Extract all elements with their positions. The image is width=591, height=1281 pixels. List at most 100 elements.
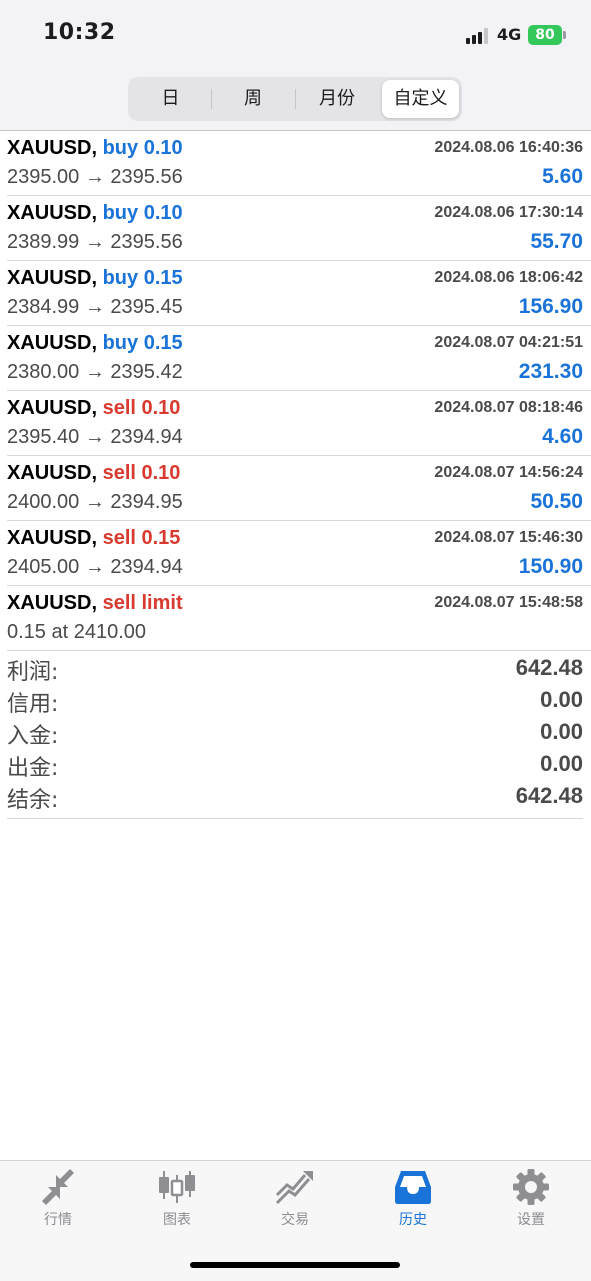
trade-row[interactable]: XAUUSD, buy 0.10 2024.08.06 17:30:14 2389.… (7, 196, 591, 261)
trade-type: sell 0.15 (102, 527, 181, 549)
segment-week[interactable]: 周 (212, 80, 294, 118)
trade-time: 2024.08.06 16:40:36 (434, 139, 583, 156)
segment-day[interactable]: 日 (131, 80, 210, 118)
trade-row[interactable]: XAUUSD, buy 0.15 2024.08.07 04:21:51 2380.… (7, 326, 591, 391)
trade-type: sell 0.10 (102, 397, 181, 419)
trade-symbol-line: XAUUSD, buy 0.10 (7, 202, 183, 225)
tab-history[interactable]: 历史 (363, 1169, 463, 1239)
trade-profit: 150.90 (518, 555, 583, 578)
tab-settings[interactable]: 设置 (481, 1169, 581, 1239)
trade-time: 2024.08.07 14:56:24 (434, 464, 583, 481)
trade-type: sell limit (102, 592, 183, 614)
battery-level: 80 (535, 27, 555, 43)
trade-type: buy 0.10 (102, 137, 183, 159)
segment-custom[interactable]: 自定义 (382, 80, 459, 118)
summary-row: 入金: 0.00 (7, 716, 583, 749)
trade-symbol: XAUUSD, (7, 332, 98, 354)
trade-price: 2395.40 → 2394.94 (7, 426, 183, 448)
trade-type: buy 0.15 (102, 267, 183, 289)
trade-profit: 5.60 (542, 165, 583, 188)
trade-type: buy 0.15 (102, 332, 183, 354)
trade-time: 2024.08.06 18:06:42 (434, 269, 583, 286)
trade-time: 2024.08.06 17:30:14 (434, 204, 583, 221)
trade-symbol: XAUUSD, (7, 462, 98, 484)
tab-quotes[interactable]: 行情 (8, 1169, 108, 1239)
trade-price: 0.15 at 2410.00 (7, 621, 147, 643)
trade-symbol: XAUUSD, (7, 202, 98, 224)
battery-tip (563, 31, 566, 39)
status-time: 10:32 (43, 20, 116, 45)
trade-icon (275, 1171, 313, 1205)
trade-symbol-line: XAUUSD, sell 0.10 (7, 462, 180, 485)
summary-value: 642.48 (515, 783, 583, 808)
tab-label: 历史 (399, 1212, 427, 1228)
trade-profit: 156.90 (518, 295, 583, 318)
account-summary: 利润: 642.48 信用: 0.00 入金: 0.00 出金: 0.00 结余: 642.48 (7, 652, 583, 819)
summary-label: 入金: (7, 724, 59, 749)
tab-label: 交易 (281, 1212, 309, 1228)
status-bar: 10:32 4G 80 (0, 0, 591, 66)
trade-profit: 50.50 (530, 490, 583, 513)
trade-symbol: XAUUSD, (7, 267, 98, 289)
tab-label: 图表 (163, 1212, 191, 1228)
trade-time: 2024.08.07 15:48:58 (434, 594, 583, 611)
trade-price: 2389.99 → 2395.56 (7, 231, 183, 253)
trade-symbol: XAUUSD, (7, 397, 98, 419)
summary-row: 利润: 642.48 (7, 652, 583, 685)
trade-row[interactable]: XAUUSD, buy 0.10 2024.08.06 16:40:36 2395.… (7, 131, 591, 196)
trade-row[interactable]: XAUUSD, sell limit 2024.08.07 15:48:58 0.1… (7, 586, 591, 651)
home-indicator (190, 1262, 400, 1268)
trade-profit: 4.60 (542, 425, 583, 448)
network-type: 4G (497, 25, 522, 44)
tab-trade[interactable]: 交易 (245, 1169, 345, 1239)
summary-value: 642.48 (515, 655, 583, 680)
trade-price: 2384.99 → 2395.45 (7, 296, 183, 318)
summary-label: 信用: (7, 692, 59, 717)
summary-row: 信用: 0.00 (7, 684, 583, 717)
history-icon (395, 1171, 431, 1204)
period-header: 日 周 月份 自定义 (0, 66, 591, 131)
trade-row[interactable]: XAUUSD, sell 0.10 2024.08.07 14:56:24 2400… (7, 456, 591, 521)
trade-symbol: XAUUSD, (7, 527, 98, 549)
quotes-icon (42, 1169, 74, 1205)
trade-price: 2400.00 → 2394.95 (7, 491, 183, 513)
trade-price: 2405.00 → 2394.94 (7, 556, 183, 578)
trade-row[interactable]: XAUUSD, sell 0.10 2024.08.07 08:18:46 2395… (7, 391, 591, 456)
trade-symbol-line: XAUUSD, sell limit (7, 592, 183, 615)
trade-symbol: XAUUSD, (7, 137, 98, 159)
trade-type: sell 0.10 (102, 462, 181, 484)
trade-profit: 231.30 (518, 360, 583, 383)
tab-chart[interactable]: 图表 (127, 1169, 227, 1239)
trade-price: 2395.00 → 2395.56 (7, 166, 183, 188)
trade-symbol-line: XAUUSD, buy 0.10 (7, 137, 183, 160)
summary-value: 0.00 (540, 719, 583, 744)
period-segmented-control: 日 周 月份 自定义 (128, 77, 462, 121)
trade-symbol: XAUUSD, (7, 592, 98, 614)
trade-history-list: XAUUSD, buy 0.10 2024.08.06 16:40:36 2395.… (0, 131, 591, 651)
trade-symbol-line: XAUUSD, sell 0.10 (7, 397, 180, 420)
tab-label: 行情 (44, 1212, 72, 1228)
summary-label: 利润: (7, 660, 59, 685)
summary-label: 结余: (7, 788, 59, 813)
summary-row: 出金: 0.00 (7, 748, 583, 781)
trade-row[interactable]: XAUUSD, buy 0.15 2024.08.06 18:06:42 2384.… (7, 261, 591, 326)
trade-row[interactable]: XAUUSD, sell 0.15 2024.08.07 15:46:30 2405… (7, 521, 591, 586)
summary-label: 出金: (7, 756, 59, 781)
trade-time: 2024.08.07 08:18:46 (434, 399, 583, 416)
chart-icon (159, 1171, 195, 1203)
trade-symbol-line: XAUUSD, buy 0.15 (7, 267, 183, 290)
trade-time: 2024.08.07 04:21:51 (434, 334, 583, 351)
trade-symbol-line: XAUUSD, buy 0.15 (7, 332, 183, 355)
trade-time: 2024.08.07 15:46:30 (434, 529, 583, 546)
summary-value: 0.00 (540, 687, 583, 712)
segment-month[interactable]: 月份 (296, 80, 378, 118)
trade-profit: 55.70 (530, 230, 583, 253)
tab-label: 设置 (517, 1212, 545, 1228)
trade-price: 2380.00 → 2395.42 (7, 361, 183, 383)
battery-icon: 80 (528, 25, 562, 45)
summary-row: 结余: 642.48 (7, 780, 583, 813)
trade-symbol-line: XAUUSD, sell 0.15 (7, 527, 180, 550)
settings-icon (513, 1169, 549, 1205)
trade-type: buy 0.10 (102, 202, 183, 224)
summary-value: 0.00 (540, 751, 583, 776)
